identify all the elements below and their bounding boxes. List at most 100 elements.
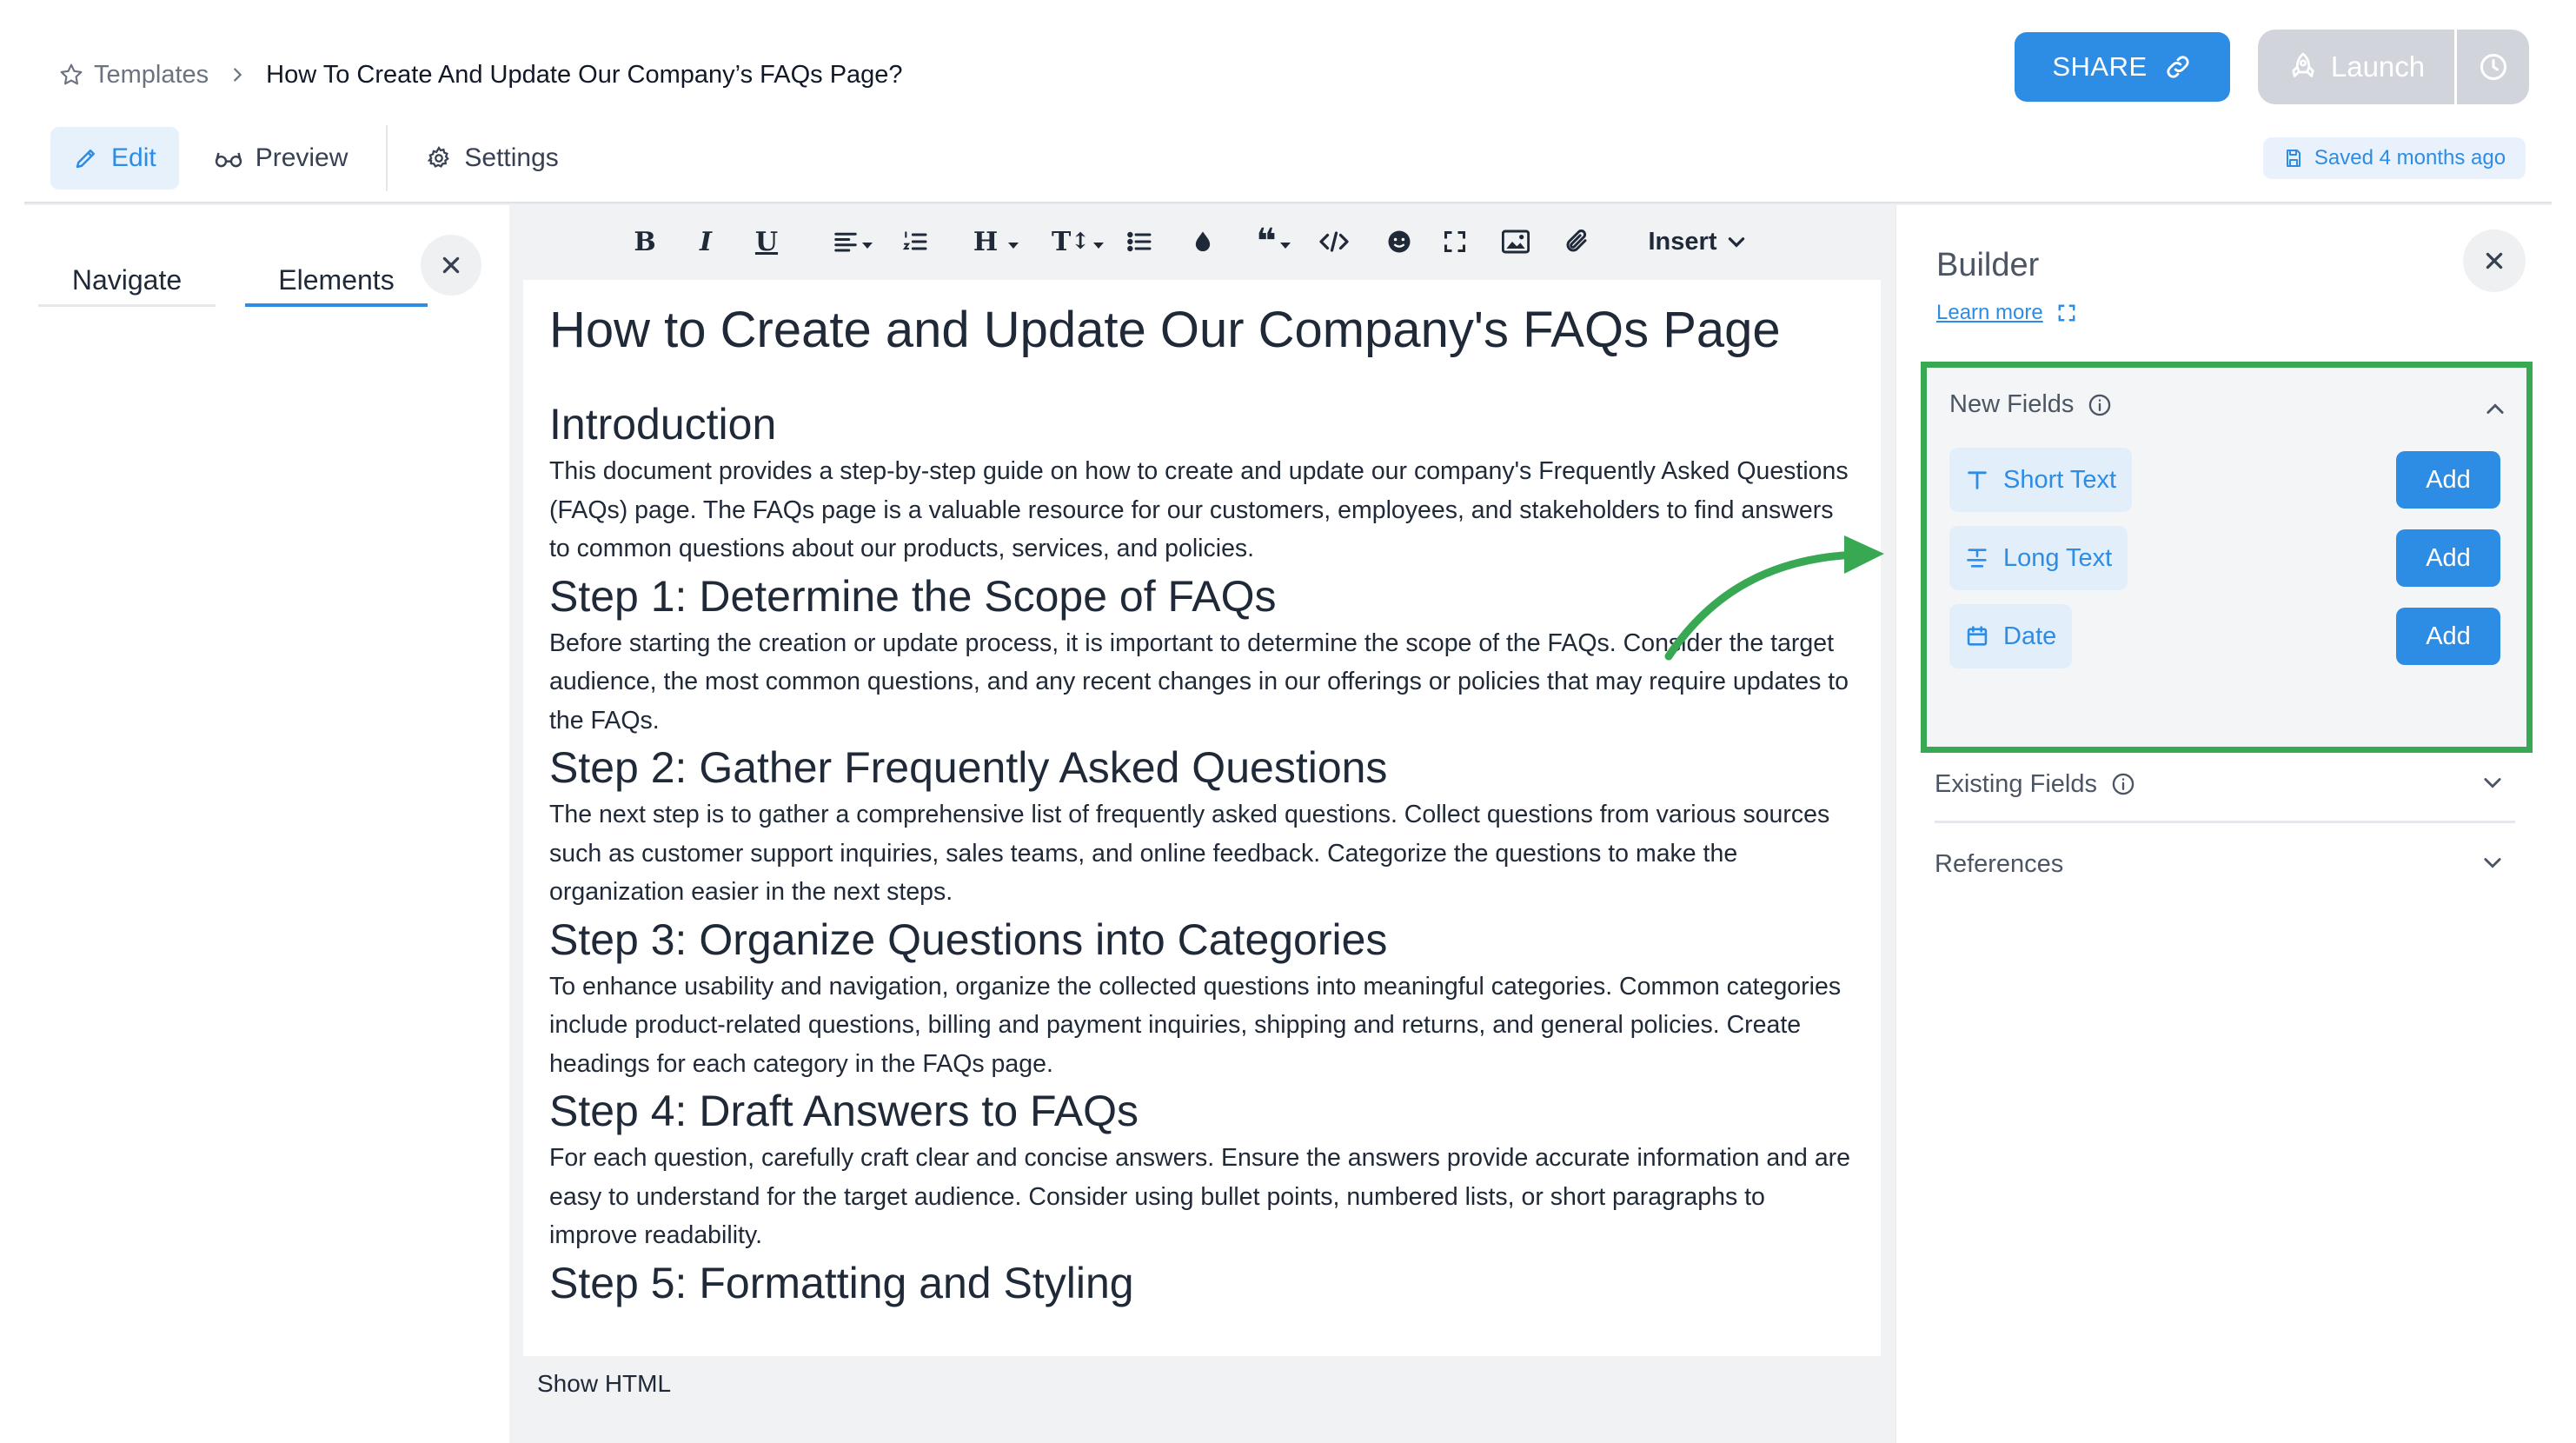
step-5-heading[interactable]: Step 5: Formatting and Styling [549,1255,1853,1311]
top-bar: Templates How To Create And Update Our C… [0,0,2576,205]
launch-button-group: Launch [2258,30,2529,104]
intro-heading[interactable]: Introduction [549,396,1853,452]
references-section[interactable]: References [1935,824,2515,904]
field-type-label: Date [2003,622,2057,650]
tab-elements-active-underline [245,303,428,307]
tab-settings[interactable]: Settings [403,127,581,190]
image-icon[interactable] [1498,221,1533,263]
chevron-down-icon[interactable] [2480,770,2505,795]
chevron-down-icon [1725,230,1748,253]
breadcrumb-templates-link[interactable]: Templates [57,61,209,90]
learn-more-label[interactable]: Learn more [1936,301,2043,325]
bullet-list-icon[interactable] [1119,221,1159,263]
step-3-heading[interactable]: Step 3: Organize Questions into Categori… [549,912,1853,968]
text-type-icon [1965,468,1989,492]
align-icon[interactable] [822,221,883,263]
expand-icon[interactable] [2057,303,2076,323]
tab-navigate[interactable]: Navigate [38,257,216,303]
step-2-paragraph[interactable]: The next step is to gather a comprehensi… [549,795,1853,912]
breadcrumb: Templates How To Create And Update Our C… [57,54,903,96]
insert-menu-label: Insert [1648,227,1717,256]
editor-toolbar: B I U H T ↕ ❝ Insert [509,205,1895,278]
info-icon[interactable] [2088,393,2112,417]
chevron-right-icon [228,65,247,84]
new-fields-header[interactable]: New Fields [1949,390,2112,419]
ordered-list-icon[interactable] [895,221,935,263]
field-type-label: Long Text [2003,543,2113,572]
tab-settings-label: Settings [464,143,559,172]
share-button[interactable]: SHARE [2015,32,2230,102]
existing-fields-label: Existing Fields [1935,769,2097,798]
step-1-paragraph[interactable]: Before starting the creation or update p… [549,624,1853,741]
quote-icon[interactable]: ❝ [1245,221,1302,263]
insert-menu-button[interactable]: Insert [1637,221,1759,263]
tab-navigate-underline [38,304,216,307]
new-fields-section: New Fields Short Text Add Long Text Add … [1921,362,2533,753]
new-fields-label: New Fields [1949,390,2075,418]
field-type-date[interactable]: Date [1949,604,2073,668]
italic-icon[interactable]: I [688,221,723,263]
fullscreen-icon[interactable] [1437,221,1472,263]
link-icon [2163,52,2193,82]
launch-button[interactable]: Launch [2258,30,2454,104]
close-builder-button[interactable] [2463,229,2526,292]
share-button-label: SHARE [2052,51,2148,82]
step-4-heading[interactable]: Step 4: Draft Answers to FAQs [549,1083,1853,1139]
rocket-icon [2287,51,2319,83]
document-editor[interactable]: How to Create and Update Our Company's F… [523,280,1881,1356]
close-left-panel-button[interactable] [421,235,481,296]
existing-fields-section[interactable]: Existing Fields [1935,744,2515,824]
tab-preview-label: Preview [255,143,349,172]
underline-icon[interactable]: U [749,221,784,263]
bold-icon[interactable]: B [627,221,662,263]
close-icon [440,254,462,276]
tab-edit[interactable]: Edit [50,127,179,190]
chevron-down-icon[interactable] [2480,850,2505,874]
tab-elements[interactable]: Elements [245,257,428,303]
step-3-paragraph[interactable]: To enhance usability and navigation, org… [549,968,1853,1084]
add-short-text-button[interactable]: Add [2396,451,2500,509]
builder-panel: Builder Learn more New Fields Short Text… [1895,205,2576,1443]
star-icon[interactable] [57,61,85,89]
info-icon[interactable] [2111,772,2135,796]
references-label: References [1935,849,2064,878]
calendar-icon [1965,624,1989,648]
document-content[interactable]: How to Create and Update Our Company's F… [549,296,1853,1311]
save-status-text: Saved 4 months ago [2314,146,2506,170]
section-divider [1935,821,2515,823]
step-1-heading[interactable]: Step 1: Determine the Scope of FAQs [549,569,1853,624]
pencil-icon [73,145,99,171]
color-drop-icon[interactable] [1185,221,1220,263]
learn-more-link[interactable]: Learn more [1936,301,2076,325]
heading-icon[interactable]: H [961,221,1031,263]
app-root: Templates How To Create And Update Our C… [0,0,2576,1443]
glasses-icon [214,145,243,171]
save-status-badge: Saved 4 months ago [2263,137,2526,179]
show-html-toggle[interactable]: Show HTML [537,1370,671,1398]
paragraph-icon [1965,546,1989,570]
breadcrumb-current-title: How To Create And Update Our Company’s F… [266,60,903,89]
launch-button-label: Launch [2330,50,2426,83]
builder-title: Builder [1936,247,2040,283]
step-4-paragraph[interactable]: For each question, carefully craft clear… [549,1139,1853,1255]
breadcrumb-root-label[interactable]: Templates [94,61,209,90]
code-icon[interactable] [1314,221,1354,263]
editor-mode-tabs: Edit Preview Settings [50,125,581,191]
intro-paragraph[interactable]: This document provides a step-by-step gu… [549,452,1853,569]
emoji-icon[interactable] [1382,221,1417,263]
field-type-long-text[interactable]: Long Text [1949,526,2128,590]
chevron-up-icon[interactable] [2483,397,2507,422]
left-panel: Navigate Elements [0,205,509,1443]
tab-preview[interactable]: Preview [191,127,371,190]
add-long-text-button[interactable]: Add [2396,529,2500,587]
add-date-button[interactable]: Add [2396,608,2500,665]
attachment-icon[interactable] [1559,221,1594,263]
schedule-launch-button[interactable] [2457,51,2529,83]
clock-icon [2478,51,2509,83]
document-title[interactable]: How to Create and Update Our Company's F… [549,296,1853,365]
editor-area: B I U H T ↕ ❝ Insert How to Create and U… [509,205,1895,1443]
gear-icon [426,145,452,171]
step-2-heading[interactable]: Step 2: Gather Frequently Asked Question… [549,740,1853,795]
field-type-short-text[interactable]: Short Text [1949,448,2133,512]
font-size-icon[interactable]: T ↕ [1036,221,1119,263]
